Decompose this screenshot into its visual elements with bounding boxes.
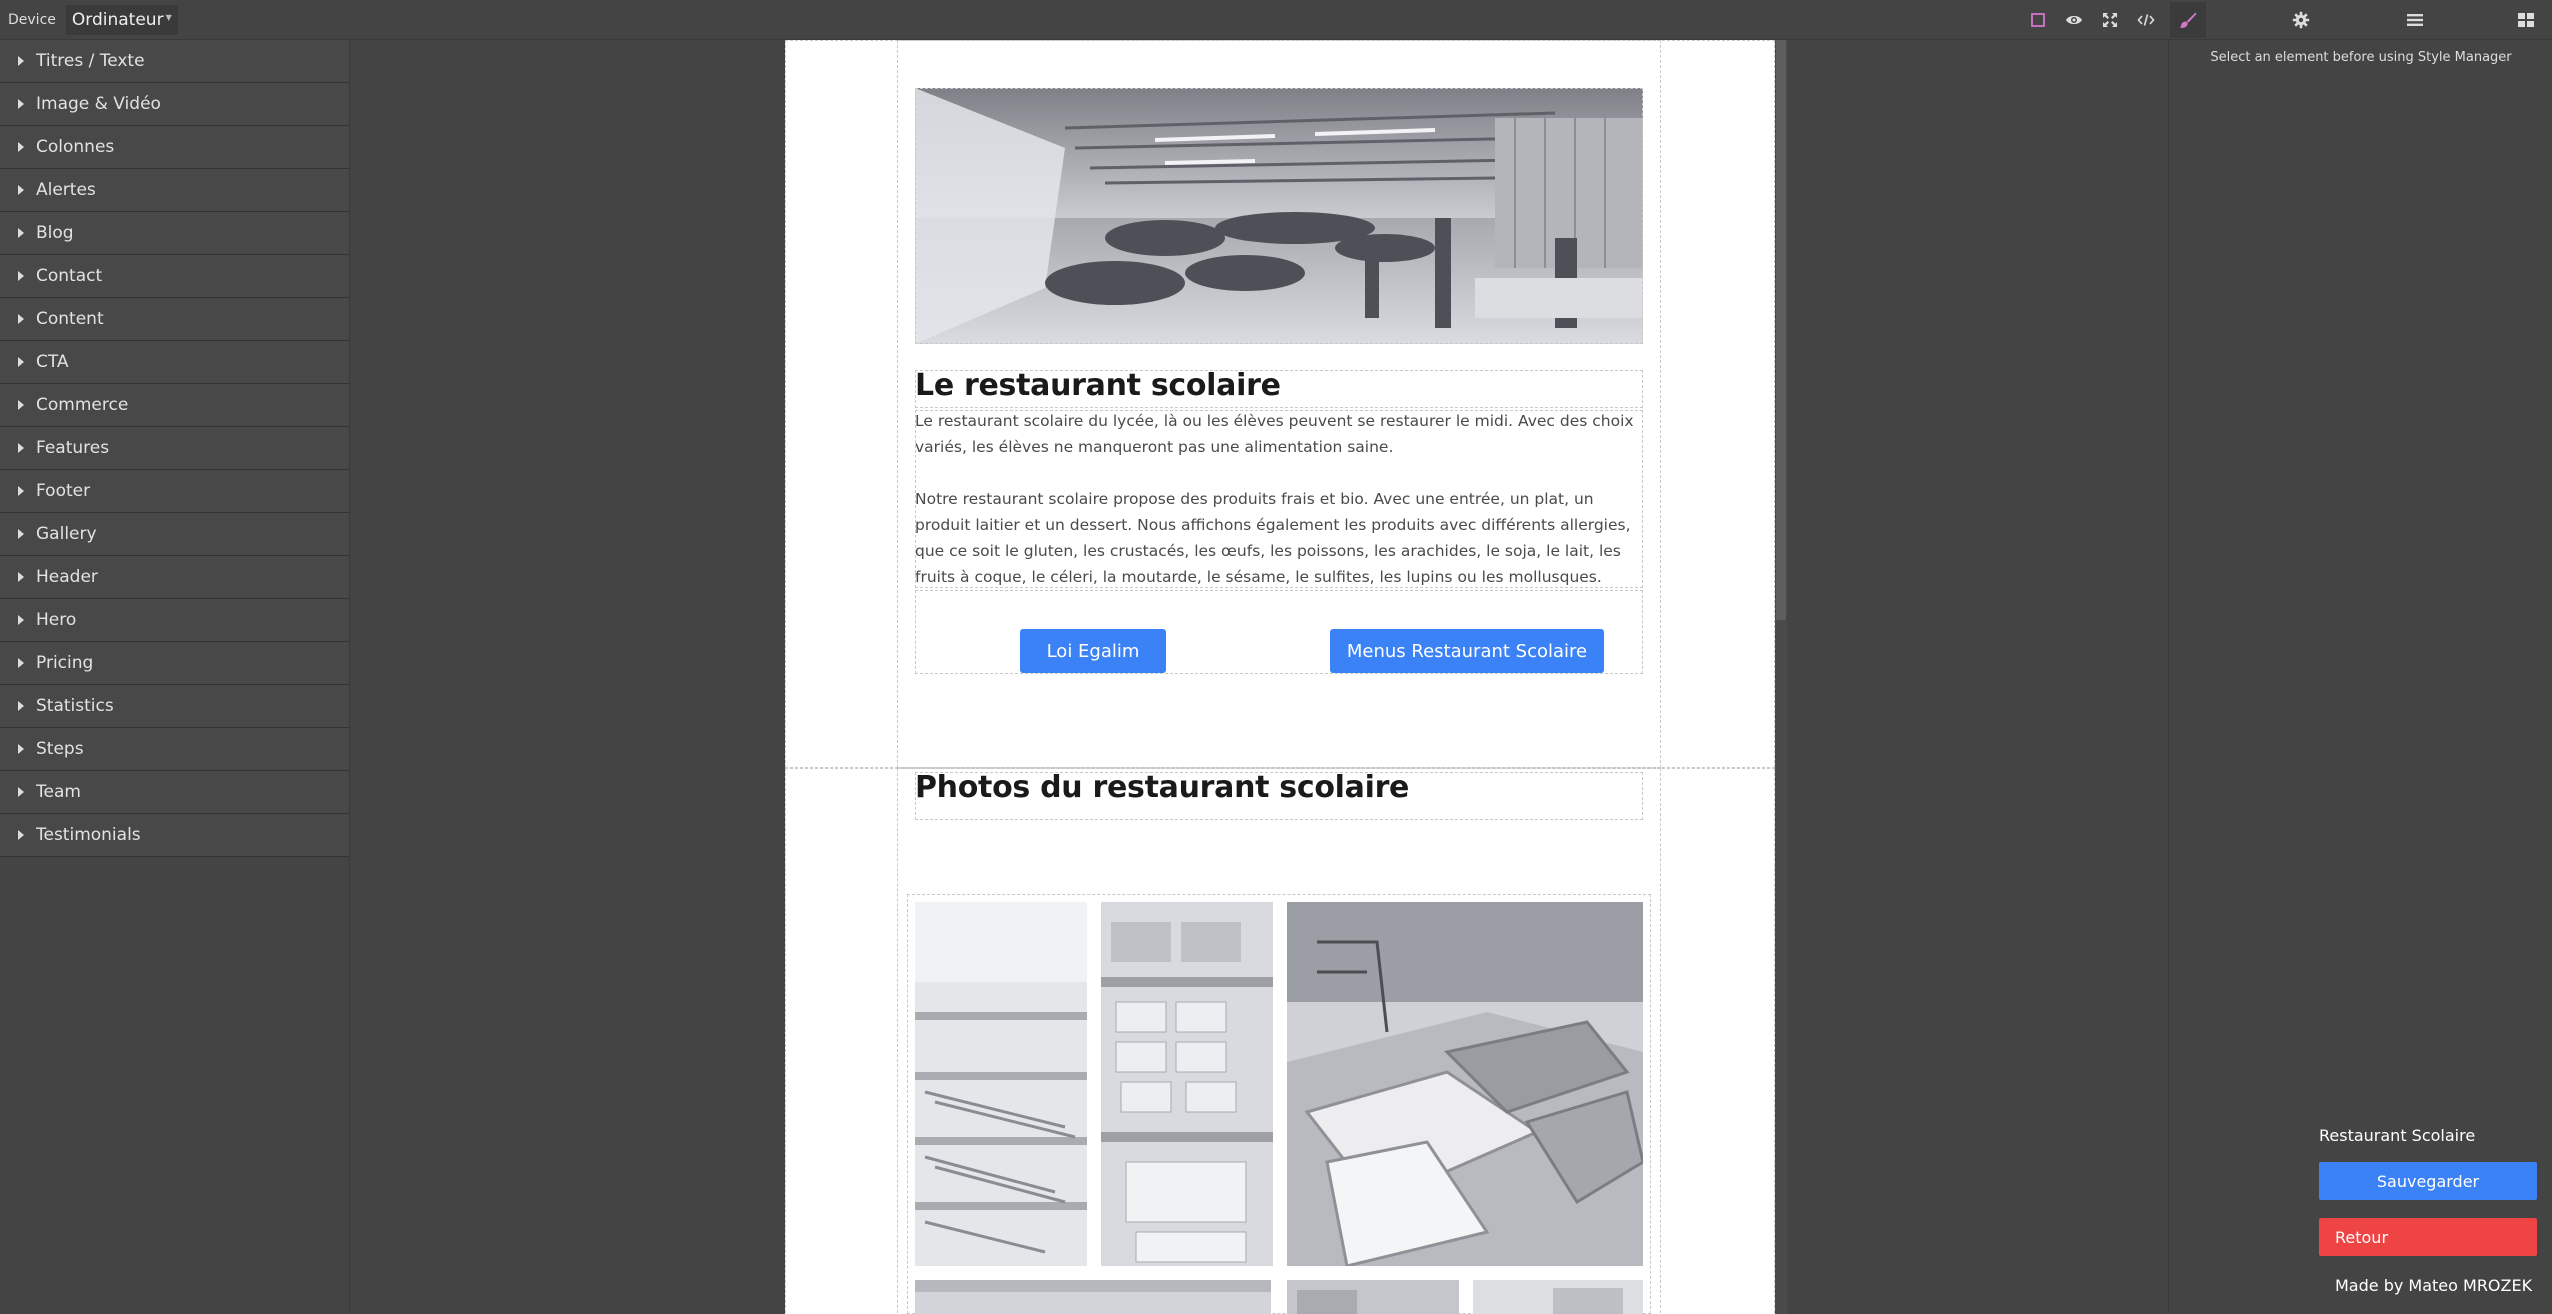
style-manager-button[interactable] <box>2170 2 2206 38</box>
block-category-contact[interactable]: Contact <box>0 255 349 298</box>
style-manager-panel: Select an element before using Style Man… <box>2168 40 2552 1314</box>
intro-paragraph[interactable]: Le restaurant scolaire du lycée, là ou l… <box>915 408 1643 460</box>
blocks-panel: Titres / Texte Image & Vidéo Colonnes Al… <box>0 40 350 1314</box>
block-category-commerce[interactable]: Commerce <box>0 384 349 427</box>
image-outline <box>915 88 1643 344</box>
caret-right-icon <box>18 99 24 109</box>
gear-icon <box>2292 11 2310 29</box>
gallery-photo-image <box>1287 1280 1459 1314</box>
block-category-features[interactable]: Features <box>0 427 349 470</box>
toggle-borders-button[interactable] <box>2020 2 2056 38</box>
back-button[interactable]: Retour <box>2319 1218 2537 1256</box>
block-category-colonnes[interactable]: Colonnes <box>0 126 349 169</box>
block-category-content[interactable]: Content <box>0 298 349 341</box>
block-category-statistics[interactable]: Statistics <box>0 685 349 728</box>
top-toolbar: Device Ordinateur ▼ <box>0 0 2552 40</box>
layer-manager-button[interactable] <box>2397 2 2433 38</box>
block-category-header[interactable]: Header <box>0 556 349 599</box>
menus-button[interactable]: Menus Restaurant Scolaire <box>1330 629 1604 673</box>
caret-right-icon <box>18 357 24 367</box>
view-code-button[interactable] <box>2128 2 2164 38</box>
gallery-photo-image <box>1101 902 1273 1266</box>
caret-right-icon <box>18 529 24 539</box>
caret-right-icon <box>18 56 24 66</box>
block-category-testimonials[interactable]: Testimonials <box>0 814 349 857</box>
panel-switcher <box>2170 0 2206 40</box>
blocks-button[interactable] <box>2508 2 2544 38</box>
block-category-image-video[interactable]: Image & Vidéo <box>0 83 349 126</box>
caret-right-icon <box>18 615 24 625</box>
code-icon <box>2137 14 2155 26</box>
menu-lines-icon <box>2407 14 2423 26</box>
caret-right-icon <box>18 486 24 496</box>
settings-button[interactable] <box>2283 2 2319 38</box>
caret-right-icon <box>18 443 24 453</box>
caret-right-icon <box>18 830 24 840</box>
save-button[interactable]: Sauvegarder <box>2319 1162 2537 1200</box>
gallery-photo-image <box>1473 1280 1643 1314</box>
blocks-grid-icon <box>2518 13 2534 27</box>
caret-right-icon <box>18 744 24 754</box>
preview-button[interactable] <box>2056 2 2092 38</box>
caret-right-icon <box>18 572 24 582</box>
caret-right-icon <box>18 185 24 195</box>
gallery-photo[interactable] <box>915 1280 1271 1314</box>
block-category-cta[interactable]: CTA <box>0 341 349 384</box>
caret-right-icon <box>18 142 24 152</box>
gallery-photo-cutlery[interactable] <box>915 902 1087 1266</box>
block-category-alertes[interactable]: Alertes <box>0 169 349 212</box>
block-category-pricing[interactable]: Pricing <box>0 642 349 685</box>
caret-right-icon <box>18 701 24 711</box>
details-paragraph[interactable]: Notre restaurant scolaire propose des pr… <box>915 486 1643 590</box>
credit-text: Made by Mateo MROZEK <box>2335 1276 2533 1295</box>
canvas-options <box>2020 0 2164 40</box>
block-category-team[interactable]: Team <box>0 771 349 814</box>
block-category-hero[interactable]: Hero <box>0 599 349 642</box>
photos-title[interactable]: Photos du restaurant scolaire <box>915 770 1409 805</box>
section-title[interactable]: Le restaurant scolaire <box>915 368 1281 403</box>
block-category-footer[interactable]: Footer <box>0 470 349 513</box>
fullscreen-icon <box>2103 13 2117 27</box>
gallery-photo-image <box>915 902 1087 1266</box>
device-select[interactable]: Ordinateur ▼ <box>65 5 178 35</box>
style-manager-message: Select an element before using Style Man… <box>2210 50 2512 65</box>
caret-right-icon <box>18 271 24 281</box>
gallery-photo-buffet[interactable] <box>1287 902 1643 1266</box>
page-frame[interactable]: Le restaurant scolaire Le restaurant sco… <box>785 40 1775 1314</box>
canvas-scrollbar[interactable] <box>1775 40 1787 1314</box>
project-name: Restaurant Scolaire <box>2319 1126 2476 1145</box>
device-switcher: Device Ordinateur ▼ <box>0 0 178 40</box>
caret-right-icon <box>18 228 24 238</box>
fullscreen-button[interactable] <box>2092 2 2128 38</box>
eye-icon <box>2066 15 2082 25</box>
device-label: Device <box>8 12 56 28</box>
caret-right-icon <box>18 314 24 324</box>
block-category-gallery[interactable]: Gallery <box>0 513 349 556</box>
square-outline-icon <box>2031 13 2045 27</box>
gallery-photo[interactable] <box>1287 1280 1459 1314</box>
gallery-photo-image <box>1287 902 1643 1266</box>
scrollbar-thumb[interactable] <box>1776 40 1786 620</box>
paintbrush-icon <box>2180 12 2197 28</box>
caret-right-icon <box>18 658 24 668</box>
gallery-photo-image <box>915 1280 1271 1314</box>
editor-canvas: Le restaurant scolaire Le restaurant sco… <box>350 40 2168 1314</box>
caret-right-icon <box>18 787 24 797</box>
chevron-down-icon: ▼ <box>165 12 172 22</box>
device-select-value: Ordinateur <box>71 10 164 30</box>
loi-egalim-button[interactable]: Loi Egalim <box>1020 629 1166 673</box>
gallery-photo[interactable] <box>1473 1280 1643 1314</box>
block-category-titres-texte[interactable]: Titres / Texte <box>0 40 349 83</box>
gallery-photo-trays[interactable] <box>1101 902 1273 1266</box>
block-category-steps[interactable]: Steps <box>0 728 349 771</box>
caret-right-icon <box>18 400 24 410</box>
block-category-blog[interactable]: Blog <box>0 212 349 255</box>
